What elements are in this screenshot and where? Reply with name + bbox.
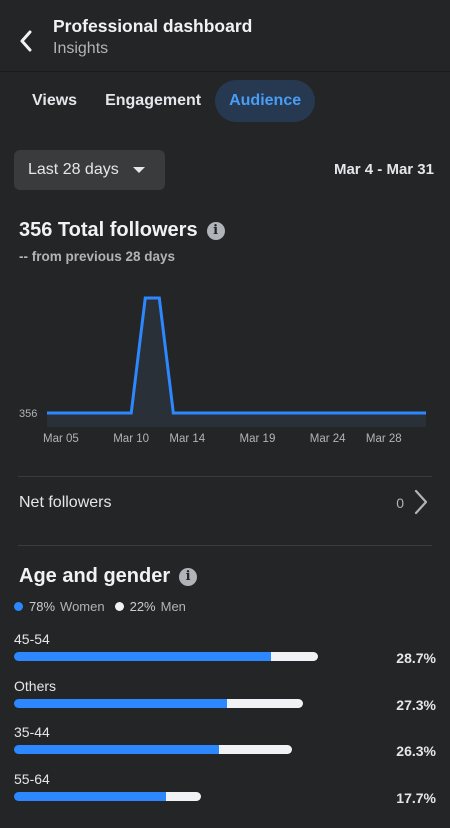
age-label: 45-54 bbox=[14, 631, 50, 647]
top-bar: Professional dashboard Insights bbox=[0, 0, 450, 72]
info-icon[interactable]: i bbox=[179, 567, 198, 586]
age-row: 55-64 17.7% bbox=[14, 771, 436, 815]
age-percentage: 28.7% bbox=[396, 650, 436, 666]
x-tick-label: Mar 05 bbox=[43, 433, 79, 445]
age-label: 35-44 bbox=[14, 724, 50, 740]
age-bar bbox=[14, 792, 201, 801]
total-followers-heading: 356 Total followers i bbox=[19, 219, 225, 242]
net-followers-value: 0 bbox=[396, 495, 404, 511]
women-bar-segment bbox=[14, 699, 227, 708]
divider bbox=[18, 545, 432, 546]
date-range-dropdown[interactable]: Last 28 days bbox=[14, 150, 165, 190]
age-row: 35-44 26.3% bbox=[14, 724, 436, 768]
age-row: Others 27.3% bbox=[14, 678, 436, 722]
y-tick-label: 356 bbox=[19, 408, 37, 420]
women-bar-segment bbox=[14, 792, 166, 801]
total-followers-title: 356 Total followers bbox=[19, 219, 198, 241]
back-button[interactable] bbox=[14, 26, 38, 56]
legend-women-label: Women bbox=[60, 599, 105, 614]
men-bar-segment bbox=[219, 745, 292, 754]
x-tick-label: Mar 28 bbox=[366, 433, 402, 445]
age-bar bbox=[14, 699, 303, 708]
women-dot-icon bbox=[14, 602, 23, 611]
followers-comparison: -- from previous 28 days bbox=[19, 249, 176, 264]
age-bar bbox=[14, 745, 292, 754]
x-tick-label: Mar 19 bbox=[240, 433, 276, 445]
men-bar-segment bbox=[166, 792, 201, 801]
tab-bar: Views Engagement Audience bbox=[16, 80, 316, 122]
men-bar-segment bbox=[227, 699, 303, 708]
date-range-text: Mar 4 - Mar 31 bbox=[333, 161, 434, 178]
men-dot-icon bbox=[114, 602, 124, 611]
legend-men: 22% Men bbox=[114, 599, 186, 614]
net-followers-label: Net followers bbox=[19, 494, 112, 511]
men-bar-segment bbox=[271, 652, 318, 661]
legend-men-label: Men bbox=[160, 599, 186, 614]
women-bar-segment bbox=[14, 652, 271, 661]
date-range-label: Last 28 days bbox=[28, 161, 119, 178]
chevron-right-icon bbox=[414, 489, 428, 515]
chart-series-line bbox=[47, 296, 426, 415]
age-label: Others bbox=[14, 678, 57, 694]
age-gender-title: Age and gender bbox=[19, 565, 171, 587]
caret-down-icon bbox=[132, 167, 145, 173]
followers-chart: 356 Mar 05 Mar 10 Mar 14 Mar 19 Mar 24 Mar 28 bbox=[19, 296, 426, 445]
age-percentage: 26.3% bbox=[396, 743, 436, 759]
tab-audience[interactable]: Audience bbox=[215, 80, 316, 122]
age-gender-heading: Age and gender i bbox=[19, 565, 198, 588]
age-row: 45-54 28.7% bbox=[14, 631, 436, 675]
women-bar-segment bbox=[14, 745, 219, 754]
legend-women-pct: 78% bbox=[29, 599, 56, 614]
x-tick-label: Mar 14 bbox=[169, 433, 205, 445]
x-tick-label: Mar 10 bbox=[113, 433, 149, 445]
tab-engagement[interactable]: Engagement bbox=[91, 80, 215, 122]
info-icon[interactable]: i bbox=[206, 221, 225, 240]
chart-area-fill bbox=[47, 298, 426, 427]
legend-women: 78% Women bbox=[14, 599, 105, 614]
chevron-left-icon bbox=[20, 30, 32, 52]
tab-views[interactable]: Views bbox=[16, 80, 91, 122]
age-percentage: 17.7% bbox=[396, 790, 436, 806]
legend-men-pct: 22% bbox=[129, 599, 156, 614]
age-bar bbox=[14, 652, 318, 661]
page-subtitle: Insights bbox=[53, 40, 109, 57]
x-tick-label: Mar 24 bbox=[310, 433, 346, 445]
age-label: 55-64 bbox=[14, 771, 50, 787]
gender-legend: 78% Women 22% Men bbox=[14, 599, 196, 614]
age-percentage: 27.3% bbox=[396, 697, 436, 713]
page-title: Professional dashboard bbox=[53, 16, 253, 36]
divider bbox=[18, 476, 432, 477]
net-followers-row[interactable]: Net followers 0 bbox=[0, 478, 450, 544]
